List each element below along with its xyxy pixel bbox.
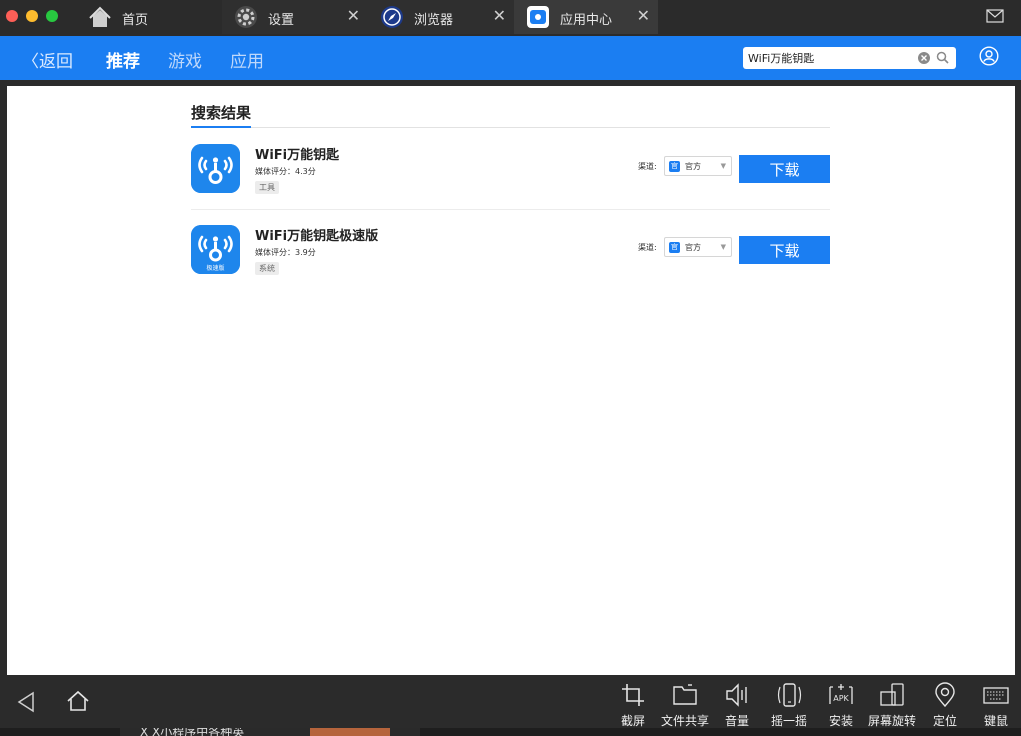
- chevron-down-icon: ▼: [720, 162, 726, 170]
- app-name[interactable]: WiFi万能钥匙: [255, 144, 339, 163]
- close-icon[interactable]: ✕: [637, 6, 650, 25]
- background-window-strip: X X小程序中各种英: [0, 728, 1021, 736]
- chevron-down-icon: ▼: [720, 243, 726, 251]
- home-icon: [89, 6, 111, 27]
- back-triangle-icon[interactable]: [16, 691, 36, 713]
- section-title-underline: [191, 126, 251, 128]
- rotate-icon: [880, 683, 904, 706]
- user-icon[interactable]: [979, 46, 999, 66]
- keyboard-icon: [983, 687, 1009, 704]
- tool-label: 音量: [724, 714, 749, 728]
- location-icon: [935, 682, 955, 708]
- channel-label: 渠道:: [638, 162, 657, 171]
- shake-icon: [777, 683, 802, 707]
- crop-icon: [622, 684, 644, 706]
- tab-label: 首页: [122, 13, 149, 28]
- zoom-window-button[interactable]: [46, 10, 58, 22]
- app-rating: 媒体评分：3.9分: [255, 248, 316, 257]
- tab-label: 设置: [268, 13, 295, 28]
- divider: [191, 209, 830, 210]
- search-box: [743, 47, 956, 69]
- tab-games[interactable]: 游戏: [168, 47, 202, 72]
- compass-icon: [381, 6, 403, 28]
- tab-settings[interactable]: 设置 ✕: [222, 0, 368, 34]
- channel-value: 官方: [685, 243, 701, 252]
- tab-browser[interactable]: 浏览器 ✕: [368, 0, 514, 34]
- tool-label: 安装: [828, 714, 853, 728]
- back-button[interactable]: 〈返回: [22, 47, 73, 72]
- close-icon[interactable]: ✕: [493, 6, 506, 25]
- shake-button[interactable]: 摇一摇: [763, 682, 815, 728]
- bottom-toolbar: 截屏 文件共享 音量 摇一摇 APK 安装 屏幕旋转 定位 键鼠: [0, 676, 1021, 728]
- title-bar: 首页 设置 ✕ 浏览器 ✕ 应用中心 ✕: [0, 0, 1021, 36]
- rotate-screen-button[interactable]: 屏幕旋转: [866, 682, 918, 728]
- channel-select[interactable]: 官 官方 ▼: [664, 156, 732, 176]
- app-header: 〈返回 推荐 游戏 应用: [0, 36, 1021, 80]
- tab-apps[interactable]: 应用: [230, 47, 264, 72]
- download-button[interactable]: 下载: [739, 155, 830, 183]
- gear-icon: [235, 6, 257, 28]
- content-panel: 搜索结果 WiFi万能钥匙 媒体评分：4.3分 工具 渠道: 官 官方 ▼ 下载…: [7, 86, 1015, 675]
- tool-label: 摇一摇: [770, 714, 807, 728]
- mail-icon[interactable]: [986, 9, 1004, 23]
- back-label: 返回: [39, 52, 73, 72]
- tool-label: 截屏: [620, 714, 645, 728]
- channel-label: 渠道:: [638, 243, 657, 252]
- install-apk-button[interactable]: APK 安装: [815, 682, 867, 728]
- list-item: WiFi万能钥匙 媒体评分：4.3分 工具 渠道: 官 官方 ▼ 下载: [191, 138, 830, 218]
- app-name[interactable]: WiFi万能钥匙极速版: [255, 225, 378, 244]
- channel-select[interactable]: 官 官方 ▼: [664, 237, 732, 257]
- app-rating: 媒体评分：4.3分: [255, 167, 316, 176]
- close-window-button[interactable]: [6, 10, 18, 22]
- wifi-key-lite-app-icon[interactable]: 极速版: [191, 225, 240, 274]
- svg-text:APK: APK: [833, 694, 849, 703]
- minimize-window-button[interactable]: [26, 10, 38, 22]
- wifi-key-app-icon[interactable]: [191, 144, 240, 193]
- tool-label: 文件共享: [660, 714, 709, 728]
- official-channel-icon: 官: [669, 161, 680, 172]
- background-thumbnail: [310, 728, 390, 736]
- divider: [191, 127, 830, 128]
- clear-icon[interactable]: [918, 52, 930, 64]
- category-tag: 工具: [255, 181, 279, 194]
- tool-label: 键鼠: [983, 714, 1008, 728]
- tool-label: 定位: [932, 714, 957, 728]
- tab-app-center[interactable]: 应用中心 ✕: [514, 0, 658, 34]
- keyboard-mouse-button[interactable]: 键鼠: [970, 682, 1021, 728]
- category-tag: 系统: [255, 262, 279, 275]
- screenshot-button[interactable]: 截屏: [607, 682, 659, 728]
- tab-label: 浏览器: [414, 13, 454, 28]
- download-button[interactable]: 下载: [739, 236, 830, 264]
- search-icon[interactable]: [936, 51, 949, 64]
- folder-icon: [673, 684, 697, 705]
- file-share-button[interactable]: 文件共享: [659, 682, 711, 728]
- tool-label: 屏幕旋转: [867, 714, 916, 728]
- channel-value: 官方: [685, 162, 701, 171]
- close-icon[interactable]: ✕: [347, 6, 360, 25]
- background-text: X X小程序中各种英: [140, 728, 245, 736]
- section-title: 搜索结果: [191, 104, 252, 122]
- location-button[interactable]: 定位: [919, 682, 971, 728]
- volume-button[interactable]: 音量: [711, 682, 763, 728]
- list-item: 极速版 WiFi万能钥匙极速版 媒体评分：3.9分 系统 渠道: 官 官方 ▼ …: [191, 219, 830, 299]
- tab-label: 应用中心: [560, 13, 613, 28]
- apk-icon: APK: [829, 684, 853, 704]
- tab-home[interactable]: 首页: [76, 0, 224, 34]
- search-input[interactable]: [748, 49, 908, 67]
- icon-badge: 极速版: [206, 264, 224, 272]
- chevron-left-icon: 〈: [22, 52, 39, 72]
- home-outline-icon[interactable]: [66, 689, 90, 713]
- official-channel-icon: 官: [669, 242, 680, 253]
- volume-icon: [726, 683, 747, 707]
- tab-recommended[interactable]: 推荐: [106, 47, 140, 72]
- app-store-icon: [527, 6, 549, 28]
